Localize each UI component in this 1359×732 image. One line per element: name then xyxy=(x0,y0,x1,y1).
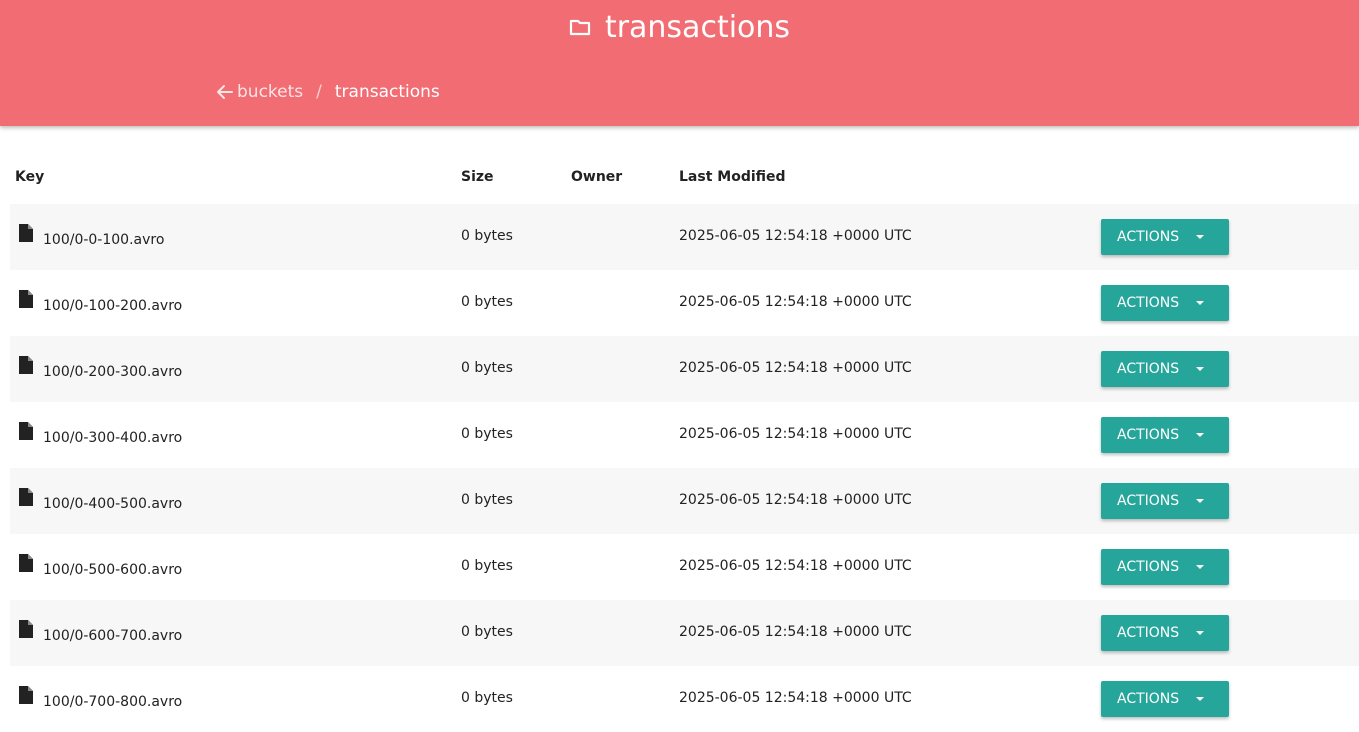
row-key[interactable]: 100/0-300-400.avro xyxy=(43,430,182,446)
row-key[interactable]: 100/0-700-800.avro xyxy=(43,694,182,710)
file-icon xyxy=(19,488,33,506)
actions-button-label: ACTIONS xyxy=(1117,625,1180,641)
row-size: 0 bytes xyxy=(461,690,513,706)
row-size: 0 bytes xyxy=(461,294,513,310)
row-last-modified: 2025-06-05 12:54:18 +0000 UTC xyxy=(679,492,912,508)
caret-down-icon xyxy=(1196,235,1205,239)
file-icon xyxy=(19,686,33,704)
file-icon xyxy=(19,554,33,572)
caret-down-icon xyxy=(1196,433,1205,437)
table-row: 100/0-400-500.avro 0 bytes 2025-06-05 12… xyxy=(10,468,1359,534)
file-icon xyxy=(19,422,33,440)
actions-button-label: ACTIONS xyxy=(1117,229,1180,245)
row-last-modified: 2025-06-05 12:54:18 +0000 UTC xyxy=(679,426,912,442)
actions-dropdown-button[interactable]: ACTIONS xyxy=(1101,351,1229,387)
table-header: Key Size Owner Last Modified xyxy=(10,160,1359,204)
column-header-last-modified: Last Modified xyxy=(679,169,786,185)
file-icon xyxy=(19,356,33,374)
row-key[interactable]: 100/0-500-600.avro xyxy=(43,562,182,578)
actions-button-label: ACTIONS xyxy=(1117,559,1180,575)
table-row: 100/0-600-700.avro 0 bytes 2025-06-05 12… xyxy=(10,600,1359,666)
row-size: 0 bytes xyxy=(461,558,513,574)
row-size: 0 bytes xyxy=(461,426,513,442)
column-header-key: Key xyxy=(15,169,45,185)
row-last-modified: 2025-06-05 12:54:18 +0000 UTC xyxy=(679,228,912,244)
row-size: 0 bytes xyxy=(461,492,513,508)
actions-button-label: ACTIONS xyxy=(1117,295,1180,311)
table-body: 100/0-0-100.avro 0 bytes 2025-06-05 12:5… xyxy=(10,204,1359,732)
row-key[interactable]: 100/0-200-300.avro xyxy=(43,364,182,380)
row-last-modified: 2025-06-05 12:54:18 +0000 UTC xyxy=(679,360,912,376)
table-row: 100/0-300-400.avro 0 bytes 2025-06-05 12… xyxy=(10,402,1359,468)
objects-table: Key Size Owner Last Modified 100/0-0-100… xyxy=(10,160,1359,732)
page-title: transactions xyxy=(0,8,1359,48)
actions-dropdown-button[interactable]: ACTIONS xyxy=(1101,549,1229,585)
caret-down-icon xyxy=(1196,499,1205,503)
actions-dropdown-button[interactable]: ACTIONS xyxy=(1101,285,1229,321)
file-icon xyxy=(19,620,33,638)
breadcrumb-separator: / xyxy=(316,82,322,102)
row-size: 0 bytes xyxy=(461,228,513,244)
row-key[interactable]: 100/0-0-100.avro xyxy=(43,232,164,248)
row-last-modified: 2025-06-05 12:54:18 +0000 UTC xyxy=(679,294,912,310)
caret-down-icon xyxy=(1196,367,1205,371)
page-header: transactions buckets / transactions xyxy=(0,0,1359,126)
caret-down-icon xyxy=(1196,631,1205,635)
actions-dropdown-button[interactable]: ACTIONS xyxy=(1101,483,1229,519)
row-size: 0 bytes xyxy=(461,360,513,376)
breadcrumb-back-label: buckets xyxy=(237,82,304,102)
breadcrumb-current: transactions xyxy=(334,82,440,102)
actions-button-label: ACTIONS xyxy=(1117,427,1180,443)
page-title-text: transactions xyxy=(604,10,791,45)
row-last-modified: 2025-06-05 12:54:18 +0000 UTC xyxy=(679,624,912,640)
column-header-size: Size xyxy=(461,169,494,185)
actions-button-label: ACTIONS xyxy=(1117,691,1180,707)
row-key[interactable]: 100/0-400-500.avro xyxy=(43,496,182,512)
actions-dropdown-button[interactable]: ACTIONS xyxy=(1101,615,1229,651)
table-row: 100/0-700-800.avro 0 bytes 2025-06-05 12… xyxy=(10,666,1359,732)
table-row: 100/0-100-200.avro 0 bytes 2025-06-05 12… xyxy=(10,270,1359,336)
table-row: 100/0-0-100.avro 0 bytes 2025-06-05 12:5… xyxy=(10,204,1359,270)
caret-down-icon xyxy=(1196,301,1205,305)
table-row: 100/0-200-300.avro 0 bytes 2025-06-05 12… xyxy=(10,336,1359,402)
file-icon xyxy=(19,290,33,308)
actions-dropdown-button[interactable]: ACTIONS xyxy=(1101,417,1229,453)
actions-dropdown-button[interactable]: ACTIONS xyxy=(1101,681,1229,717)
row-size: 0 bytes xyxy=(461,624,513,640)
table-row: 100/0-500-600.avro 0 bytes 2025-06-05 12… xyxy=(10,534,1359,600)
actions-dropdown-button[interactable]: ACTIONS xyxy=(1101,219,1229,255)
breadcrumb-back-link[interactable]: buckets xyxy=(216,80,303,104)
arrow-left-icon xyxy=(217,85,233,99)
row-key[interactable]: 100/0-100-200.avro xyxy=(43,298,182,314)
row-key[interactable]: 100/0-600-700.avro xyxy=(43,628,182,644)
caret-down-icon xyxy=(1196,565,1205,569)
column-header-owner: Owner xyxy=(571,169,623,185)
actions-button-label: ACTIONS xyxy=(1117,493,1180,509)
breadcrumb: buckets / transactions xyxy=(216,80,440,104)
actions-button-label: ACTIONS xyxy=(1117,361,1180,377)
caret-down-icon xyxy=(1196,697,1205,701)
folder-icon xyxy=(569,19,591,35)
row-last-modified: 2025-06-05 12:54:18 +0000 UTC xyxy=(679,690,912,706)
file-icon xyxy=(19,224,33,242)
row-last-modified: 2025-06-05 12:54:18 +0000 UTC xyxy=(679,558,912,574)
